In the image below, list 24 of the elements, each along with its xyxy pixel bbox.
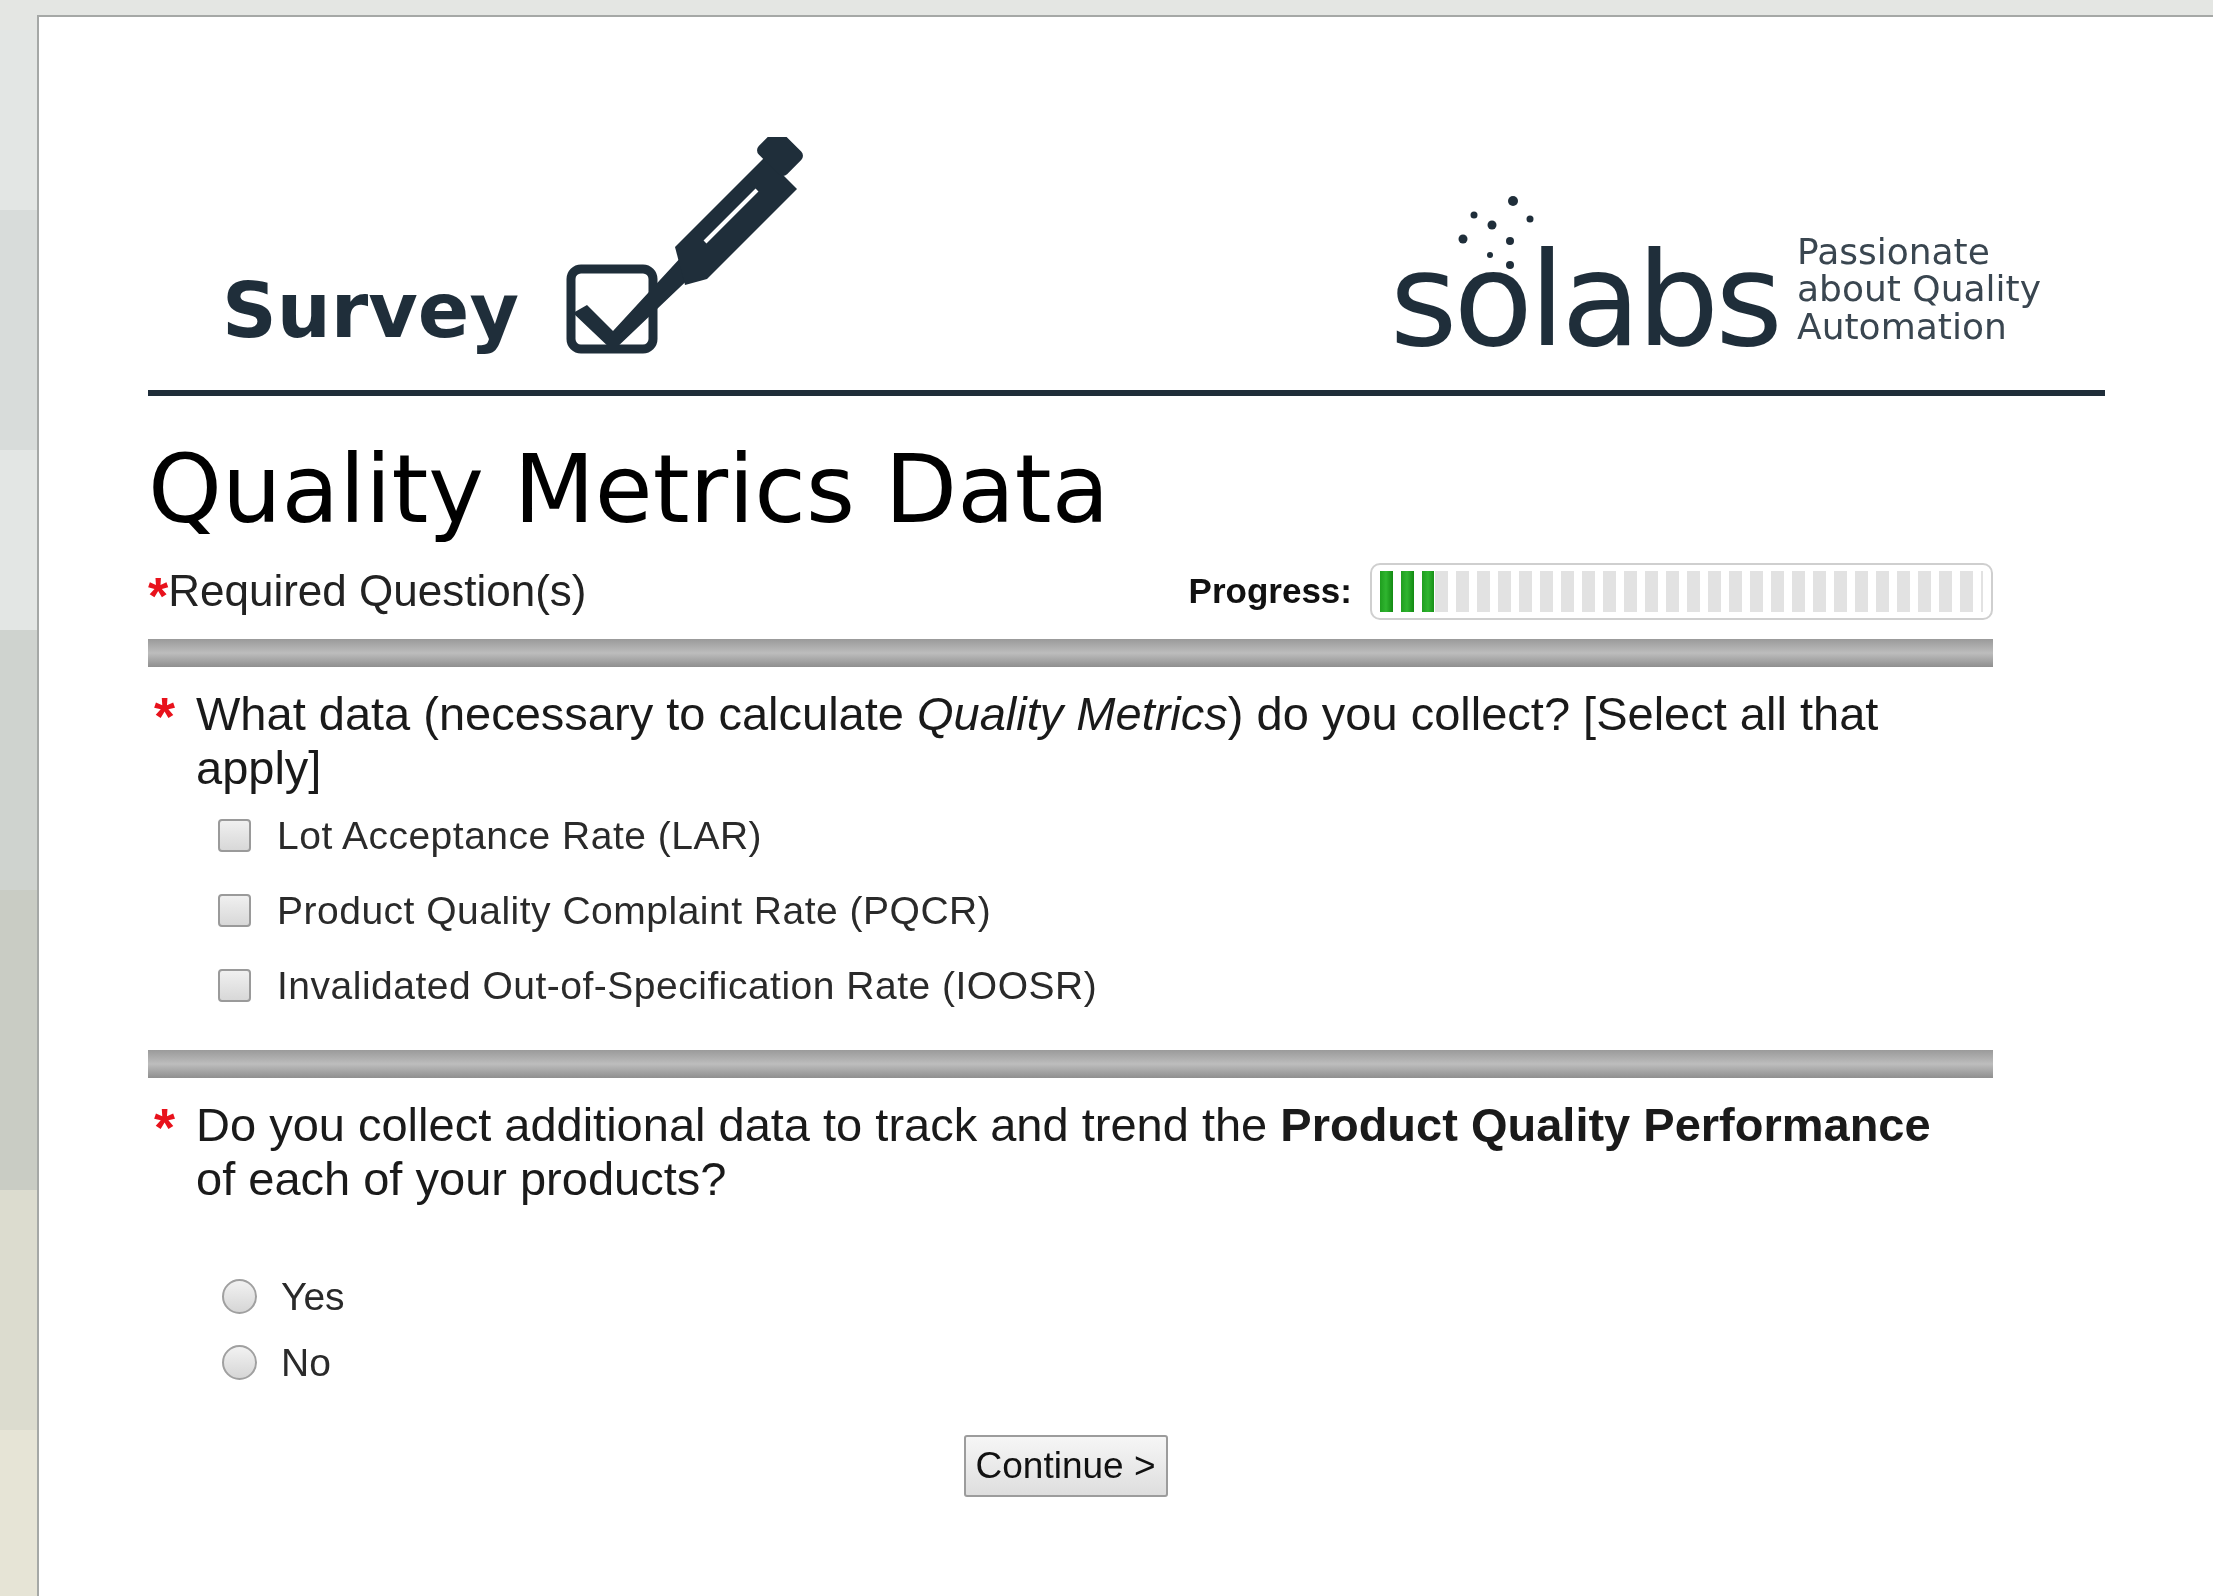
question-text: Do you collect additional data to track and trend the Product Quality Performance of each of your products? [196,1098,1932,1207]
brand-title: Survey [222,265,519,357]
radio-button[interactable] [222,1345,257,1381]
progress-label: Progress: [1188,569,1352,612]
required-note: Required Question(s) [168,565,587,618]
option-label: Yes [281,1274,345,1320]
logo-tagline-line: Automation [1797,308,2007,346]
radio-button[interactable] [222,1279,257,1315]
checkbox[interactable] [218,819,251,853]
continue-button[interactable]: Continue > [963,1435,1168,1498]
logo-wordmark: solabs [1389,238,1780,362]
option-label: No [281,1340,331,1386]
option-label: Product Quality Complaint Rate (PQCR) [277,888,992,934]
page-title: Quality Metrics Data [148,436,1111,545]
question-text: What data (necessary to calculate Quality Metrics) do you collect? [Select all that apply] [196,687,1880,796]
logo-tagline-line: Passionate [1797,232,1991,271]
option-label: Invalidated Out-of-Specification Rate (IOOSR) [277,963,1098,1009]
option-label: Lot Acceptance Rate (LAR) [277,813,763,859]
required-asterisk: * [154,1100,176,1155]
logo-tagline-line: about Quality [1797,270,2041,309]
checkbox[interactable] [218,969,251,1003]
checkbox[interactable] [218,894,251,928]
required-asterisk: * [148,570,169,623]
required-asterisk: * [154,689,176,744]
